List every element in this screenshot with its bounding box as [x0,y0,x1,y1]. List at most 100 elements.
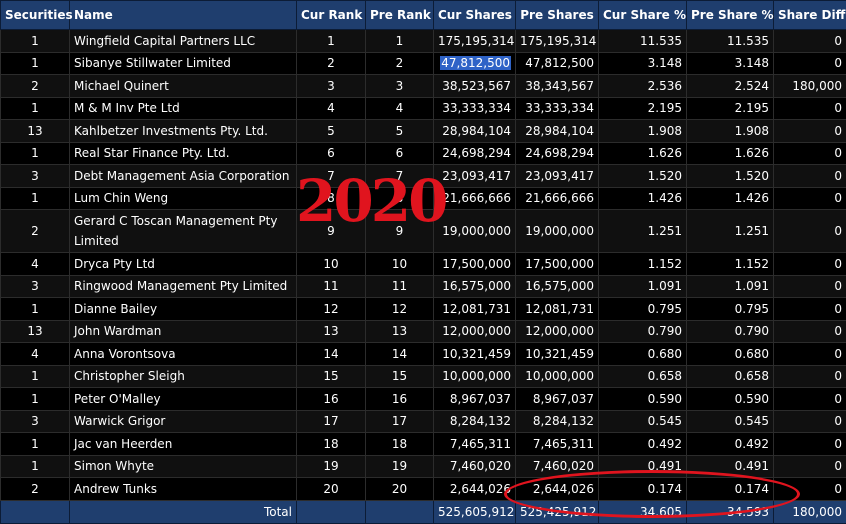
cell-pre-shares[interactable]: 19,000,000 [516,210,599,253]
cell-pre-share-pct[interactable]: 1.426 [687,187,774,210]
cell-name[interactable]: Real Star Finance Pty. Ltd. [70,142,297,165]
cell-cur-shares[interactable]: 33,333,334 [434,97,516,120]
cell-pre-rank[interactable]: 15 [366,365,434,388]
cell-pre-rank[interactable]: 18 [366,433,434,456]
cell-name[interactable]: Christopher Sleigh [70,365,297,388]
cell-pre-share-pct[interactable]: 2.524 [687,75,774,98]
cell-cur-rank[interactable]: 6 [297,142,366,165]
cell-pre-shares[interactable]: 12,081,731 [516,298,599,321]
cell-securities[interactable]: 4 [1,343,70,366]
cell-cur-share-pct[interactable]: 0.795 [599,298,687,321]
cell-pre-shares[interactable]: 17,500,000 [516,253,599,276]
cell-securities[interactable]: 1 [1,298,70,321]
cell-securities[interactable]: 3 [1,275,70,298]
total-share-diff[interactable]: 180,000 [774,500,846,523]
table-row[interactable]: 3Warwick Grigor17178,284,1328,284,1320.5… [1,410,846,433]
total-cur-shares[interactable]: 525,605,912 [434,500,516,523]
cell-cur-share-pct[interactable]: 2.195 [599,97,687,120]
cell-name[interactable]: Andrew Tunks [70,478,297,501]
cell-share-diff[interactable]: 0 [774,52,846,75]
cell-pre-shares[interactable]: 10,321,459 [516,343,599,366]
cell-pre-rank[interactable]: 12 [366,298,434,321]
table-row[interactable]: 1Sibanye Stillwater Limited2247,812,5004… [1,52,846,75]
cell-cur-share-pct[interactable]: 0.658 [599,365,687,388]
cell-securities[interactable]: 13 [1,120,70,143]
cell-securities[interactable]: 4 [1,253,70,276]
col-header-share-diff[interactable]: Share Diff [774,1,846,30]
cell-pre-rank[interactable]: 10 [366,253,434,276]
cell-pre-rank[interactable]: 17 [366,410,434,433]
cell-pre-share-pct[interactable]: 2.195 [687,97,774,120]
cell-securities[interactable]: 1 [1,30,70,53]
cell-cur-rank[interactable]: 14 [297,343,366,366]
cell-cur-shares[interactable]: 19,000,000 [434,210,516,253]
cell-cur-share-pct[interactable]: 0.491 [599,455,687,478]
cell-name[interactable]: Dianne Bailey [70,298,297,321]
cell-pre-rank[interactable]: 6 [366,142,434,165]
cell-pre-shares[interactable]: 8,967,037 [516,388,599,411]
cell-securities[interactable]: 2 [1,478,70,501]
cell-share-diff[interactable]: 0 [774,120,846,143]
cell-pre-share-pct[interactable]: 1.520 [687,165,774,188]
table-row[interactable]: 13John Wardman131312,000,00012,000,0000.… [1,320,846,343]
cell-pre-rank[interactable]: 16 [366,388,434,411]
cell-cur-share-pct[interactable]: 1.426 [599,187,687,210]
cell-pre-rank[interactable]: 1 [366,30,434,53]
cell-pre-rank[interactable]: 11 [366,275,434,298]
cell-pre-shares[interactable]: 175,195,314 [516,30,599,53]
cell-cur-rank[interactable]: 12 [297,298,366,321]
cell-cur-shares[interactable]: 24,698,294 [434,142,516,165]
cell-name[interactable]: Jac van Heerden [70,433,297,456]
cell-pre-share-pct[interactable]: 1.152 [687,253,774,276]
cell-cur-shares[interactable]: 7,465,311 [434,433,516,456]
cell-securities[interactable]: 1 [1,142,70,165]
cell-cur-rank[interactable]: 16 [297,388,366,411]
cell-name[interactable]: Gerard C Toscan Management Pty Limited [70,210,297,253]
cell-name[interactable]: Sibanye Stillwater Limited [70,52,297,75]
table-row[interactable]: 4Anna Vorontsova141410,321,45910,321,459… [1,343,846,366]
cell-securities[interactable]: 2 [1,210,70,253]
col-header-pre-share-pct[interactable]: Pre Share % [687,1,774,30]
cell-pre-rank[interactable]: 13 [366,320,434,343]
cell-pre-share-pct[interactable]: 0.491 [687,455,774,478]
cell-cur-rank[interactable]: 4 [297,97,366,120]
cell-share-diff[interactable]: 0 [774,187,846,210]
cell-share-diff[interactable]: 0 [774,410,846,433]
total-cur-share-pct[interactable]: 34.605 [599,500,687,523]
cell-pre-share-pct[interactable]: 0.545 [687,410,774,433]
cell-cur-rank[interactable]: 1 [297,30,366,53]
cell-share-diff[interactable]: 0 [774,433,846,456]
cell-pre-shares[interactable]: 2,644,026 [516,478,599,501]
cell-pre-shares[interactable]: 21,666,666 [516,187,599,210]
cell-pre-shares[interactable]: 33,333,334 [516,97,599,120]
cell-pre-rank[interactable]: 14 [366,343,434,366]
cell-pre-share-pct[interactable]: 0.492 [687,433,774,456]
cell-pre-shares[interactable]: 16,575,000 [516,275,599,298]
cell-cur-shares[interactable]: 17,500,000 [434,253,516,276]
table-row[interactable]: 2Andrew Tunks20202,644,0262,644,0260.174… [1,478,846,501]
cell-pre-share-pct[interactable]: 3.148 [687,52,774,75]
table-row[interactable]: 1Peter O'Malley16168,967,0378,967,0370.5… [1,388,846,411]
cell-pre-shares[interactable]: 24,698,294 [516,142,599,165]
cell-pre-share-pct[interactable]: 1.251 [687,210,774,253]
cell-securities[interactable]: 1 [1,433,70,456]
cell-cur-share-pct[interactable]: 0.174 [599,478,687,501]
table-row[interactable]: 1Dianne Bailey121212,081,73112,081,7310.… [1,298,846,321]
cell-pre-share-pct[interactable]: 0.790 [687,320,774,343]
cell-name[interactable]: John Wardman [70,320,297,343]
cell-cur-share-pct[interactable]: 0.492 [599,433,687,456]
cell-cur-shares[interactable]: 16,575,000 [434,275,516,298]
cell-share-diff[interactable]: 0 [774,30,846,53]
cell-securities[interactable]: 1 [1,388,70,411]
cell-pre-share-pct[interactable]: 1.091 [687,275,774,298]
cell-pre-share-pct[interactable]: 0.590 [687,388,774,411]
cell-share-diff[interactable]: 0 [774,298,846,321]
cell-pre-shares[interactable]: 7,460,020 [516,455,599,478]
cell-name[interactable]: Anna Vorontsova [70,343,297,366]
table-row[interactable]: 4Dryca Pty Ltd101017,500,00017,500,0001.… [1,253,846,276]
cell-cur-share-pct[interactable]: 11.535 [599,30,687,53]
cell-cur-share-pct[interactable]: 1.520 [599,165,687,188]
cell-cur-shares[interactable]: 38,523,567 [434,75,516,98]
col-header-pre-shares[interactable]: Pre Shares [516,1,599,30]
cell-share-diff[interactable]: 0 [774,210,846,253]
